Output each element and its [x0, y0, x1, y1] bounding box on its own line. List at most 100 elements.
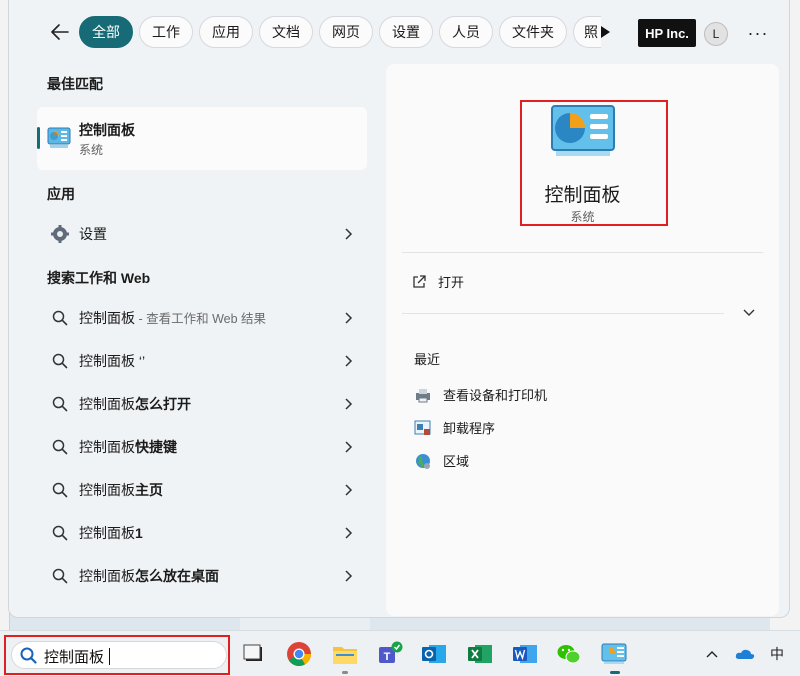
svg-text:T: T — [384, 651, 391, 663]
web-result-row[interactable]: 控制面板怎么放在桌面 — [37, 558, 367, 594]
result-detail-pane: 控制面板 系统 打开 最近 查看设备和打印机 卸载程序 区域 — [386, 64, 779, 616]
web-result-suggestion: 怎么放在桌面 — [135, 568, 219, 584]
chevron-right-icon[interactable] — [343, 311, 353, 325]
chevron-right-icon[interactable] — [343, 440, 353, 454]
control-panel-icon — [47, 127, 71, 148]
selection-indicator — [37, 127, 40, 149]
detail-subtitle: 系统 — [570, 210, 595, 224]
search-icon — [49, 436, 71, 458]
search-icon — [49, 565, 71, 587]
web-result-suggestion: 1 — [135, 525, 143, 541]
recent-item-region[interactable]: 区域 — [414, 451, 469, 470]
best-match-type: 系统 — [79, 143, 104, 157]
filter-bar: 全部 工作 应用 文档 网页 设置 人员 文件夹 照 — [45, 15, 607, 49]
divider — [402, 313, 724, 314]
filter-chip-settings[interactable]: 设置 — [379, 16, 433, 48]
chevron-down-icon[interactable] — [742, 308, 756, 318]
best-match-result[interactable]: 控制面板 系统 — [37, 107, 367, 170]
uninstall-icon — [414, 420, 431, 435]
filter-chip-web[interactable]: 网页 — [319, 16, 373, 48]
web-result-query: 控制面板 — [79, 396, 135, 412]
filter-chip-folders[interactable]: 文件夹 — [499, 16, 567, 48]
divider — [402, 252, 763, 253]
filter-chip-work[interactable]: 工作 — [139, 16, 193, 48]
web-result-query: 控制面板 — [79, 568, 135, 584]
avatar[interactable]: L — [704, 22, 728, 46]
app-result-label: 设置 — [79, 226, 107, 242]
more-options-button[interactable]: ··· — [746, 22, 770, 44]
control-panel-icon[interactable] — [600, 640, 628, 668]
filter-chip-all[interactable]: 全部 — [79, 16, 133, 48]
web-result-note: - 查看工作和 Web 结果 — [135, 312, 267, 326]
onedrive-icon[interactable] — [733, 644, 757, 664]
running-indicator — [342, 671, 348, 674]
wechat-icon[interactable] — [555, 640, 583, 668]
web-result-query: 控制面板 ‘’ — [79, 353, 146, 369]
recent-item-label: 查看设备和打印机 — [443, 388, 548, 403]
chevron-right-icon[interactable] — [343, 227, 353, 241]
search-input[interactable] — [44, 645, 214, 667]
search-panel: 全部 工作 应用 文档 网页 设置 人员 文件夹 照 HP Inc. L ···… — [8, 0, 790, 618]
outlook-icon[interactable] — [420, 640, 448, 668]
web-result-query: 控制面板 — [79, 439, 135, 455]
globe-icon — [416, 453, 430, 469]
web-result-row[interactable]: 控制面板1 — [37, 515, 367, 551]
recent-item-label: 区域 — [443, 454, 470, 469]
filter-chip-people[interactable]: 人员 — [439, 16, 493, 48]
open-label: 打开 — [438, 275, 465, 290]
scroll-filters-right-icon[interactable] — [597, 24, 613, 40]
open-external-icon — [413, 274, 426, 288]
chevron-right-icon[interactable] — [343, 354, 353, 368]
recent-heading: 最近 — [414, 352, 441, 367]
chrome-icon[interactable] — [285, 640, 313, 668]
open-action[interactable]: 打开 — [412, 272, 464, 291]
teams-icon[interactable]: T — [376, 640, 404, 668]
detail-title: 控制面板 — [544, 185, 621, 206]
app-result-settings[interactable]: 设置 — [37, 216, 367, 252]
web-results-heading: 搜索工作和 Web — [47, 270, 151, 286]
apps-heading: 应用 — [47, 186, 75, 202]
chevron-right-icon[interactable] — [343, 526, 353, 540]
back-button[interactable] — [45, 17, 75, 47]
web-result-query: 控制面板 — [79, 525, 135, 541]
web-result-row[interactable]: 控制面板主页 — [37, 472, 367, 508]
web-result-row[interactable]: 控制面板怎么打开 — [37, 386, 367, 422]
search-icon — [49, 350, 71, 372]
filter-chip-apps[interactable]: 应用 — [199, 16, 253, 48]
chevron-right-icon[interactable] — [343, 569, 353, 583]
web-result-label: 控制面板怎么放在桌面 — [79, 566, 219, 586]
web-result-query: 控制面板 — [79, 482, 135, 498]
chevron-right-icon[interactable] — [343, 483, 353, 497]
web-result-label: 控制面板怎么打开 — [79, 394, 191, 414]
word-icon[interactable] — [511, 640, 539, 668]
web-result-query: 控制面板 — [79, 310, 135, 326]
search-icon — [49, 307, 71, 329]
taskbar-search[interactable] — [11, 641, 227, 669]
task-view-icon[interactable] — [240, 640, 268, 668]
active-indicator — [610, 671, 620, 674]
best-match-heading: 最佳匹配 — [47, 76, 103, 92]
gear-icon — [49, 223, 71, 245]
text-caret — [109, 648, 110, 665]
file-explorer-icon[interactable] — [331, 640, 359, 668]
recent-item-devices[interactable]: 查看设备和打印机 — [414, 385, 547, 404]
chevron-up-icon[interactable] — [702, 644, 722, 664]
highlight-box — [4, 635, 230, 675]
web-result-label: 控制面板快捷键 — [79, 437, 177, 457]
search-icon — [49, 522, 71, 544]
filter-chip-documents[interactable]: 文档 — [259, 16, 313, 48]
recent-item-uninstall[interactable]: 卸载程序 — [414, 418, 495, 437]
search-icon — [49, 479, 71, 501]
organization-badge[interactable]: HP Inc. — [638, 19, 696, 47]
taskbar: T 中 — [0, 630, 800, 676]
web-result-row[interactable]: 控制面板 - 查看工作和 Web 结果 — [37, 300, 367, 336]
search-icon — [49, 393, 71, 415]
search-icon — [20, 647, 37, 664]
best-match-name: 控制面板 — [79, 122, 135, 138]
input-method-indicator[interactable]: 中 — [766, 644, 788, 664]
excel-icon[interactable] — [466, 640, 494, 668]
chevron-right-icon[interactable] — [343, 397, 353, 411]
control-panel-icon — [551, 105, 615, 156]
web-result-row[interactable]: 控制面板 ‘’ — [37, 343, 367, 379]
web-result-row[interactable]: 控制面板快捷键 — [37, 429, 367, 465]
